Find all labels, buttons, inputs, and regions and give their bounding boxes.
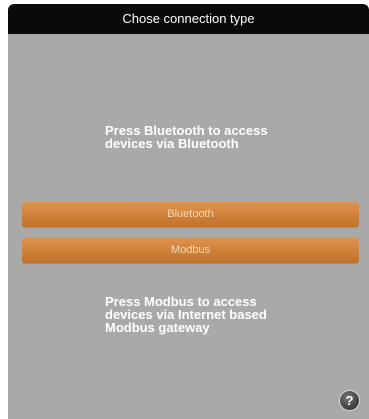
bluetooth-info-text: Press Bluetooth to access devices via Bl… [105, 123, 268, 151]
dialog-title: Chose connection type [8, 4, 369, 34]
modbus-button[interactable]: Modbus [22, 238, 359, 263]
modbus-info-text: Press Modbus to access devices via Inter… [105, 294, 267, 335]
connection-type-dialog: Chose connection type Press Bluetooth to… [8, 4, 369, 419]
bluetooth-button[interactable]: Bluetooth [22, 202, 359, 227]
help-icon[interactable]: ? [339, 390, 360, 411]
